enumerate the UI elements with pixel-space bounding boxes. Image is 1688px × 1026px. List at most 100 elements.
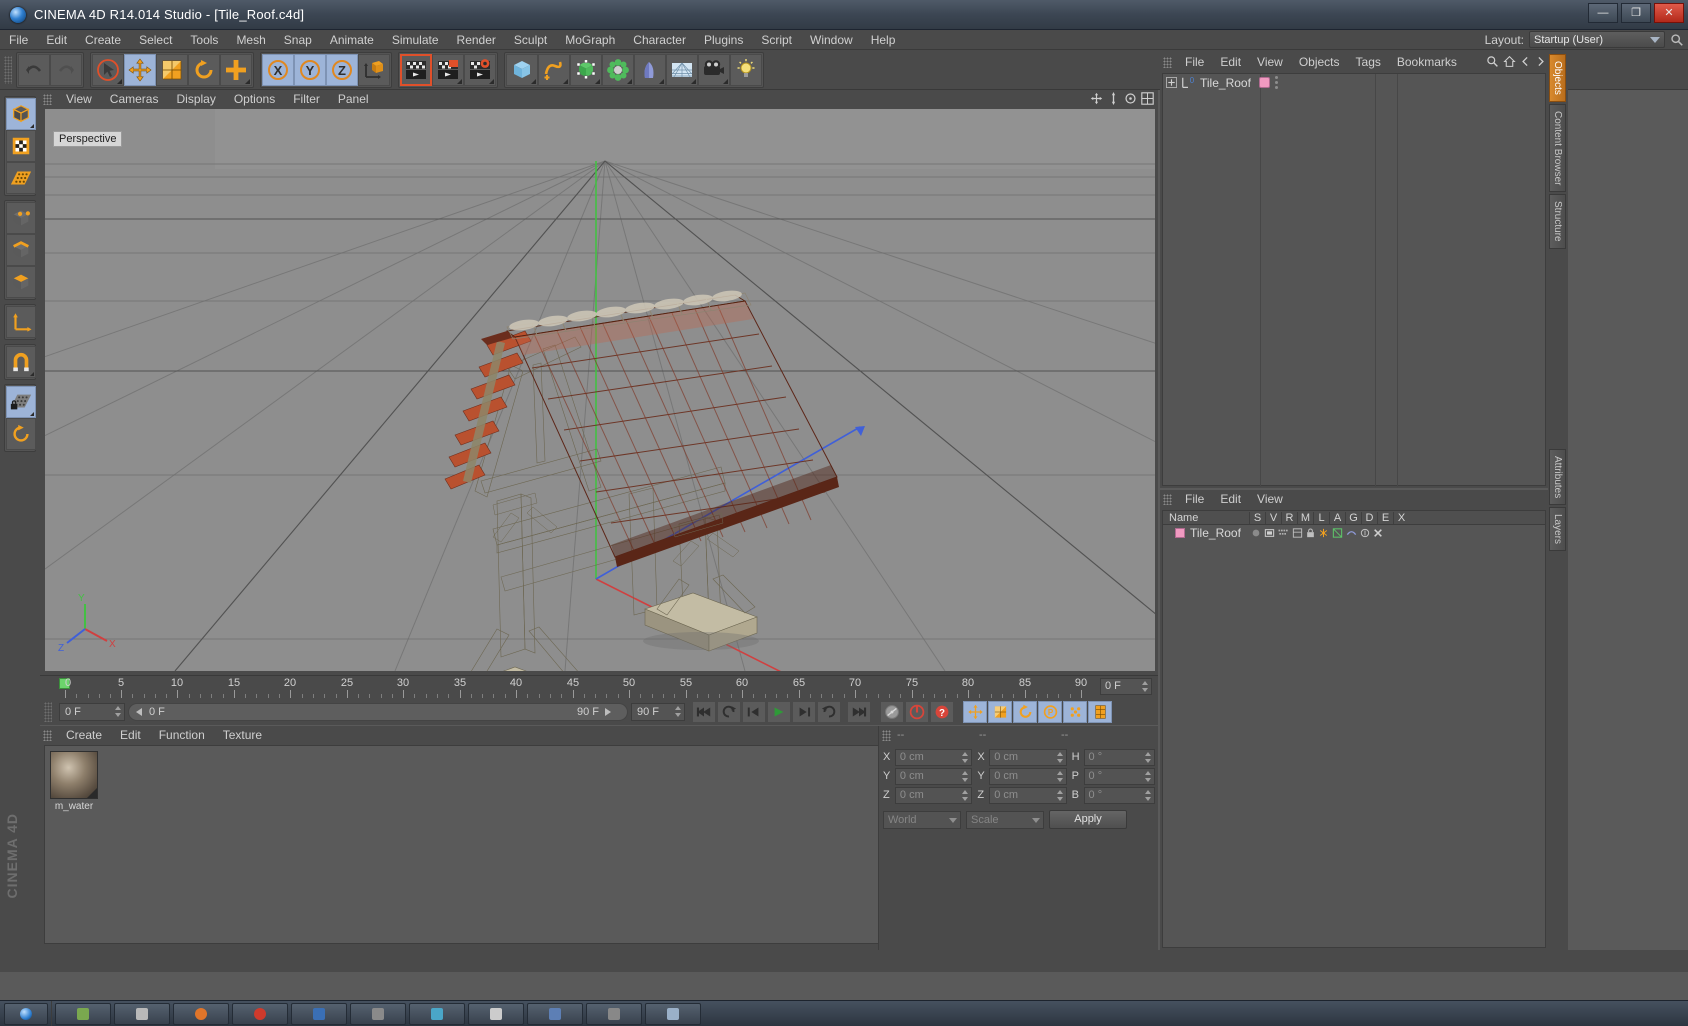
material-menu-edit[interactable]: Edit [111, 726, 150, 744]
rotate-icon[interactable] [188, 53, 220, 86]
layer-col-m[interactable]: M [1297, 511, 1313, 524]
rotation-key-icon[interactable] [1013, 701, 1037, 723]
axis-x-icon[interactable]: X [262, 53, 294, 86]
move-icon[interactable] [124, 53, 156, 86]
layer-manager-grip[interactable] [1163, 493, 1172, 505]
material-menu-function[interactable]: Function [150, 726, 214, 744]
taskbar-item[interactable] [4, 1002, 48, 1025]
menu-simulate[interactable]: Simulate [383, 30, 448, 50]
menu-script[interactable]: Script [752, 30, 801, 50]
taskbar-item[interactable] [527, 1002, 583, 1025]
scale-icon[interactable] [156, 53, 188, 86]
menu-sculpt[interactable]: Sculpt [505, 30, 556, 50]
stepper-icon[interactable] [1144, 789, 1152, 801]
apply-button[interactable]: Apply [1049, 810, 1127, 829]
material-grip[interactable] [43, 729, 52, 741]
render-icon[interactable] [1278, 528, 1289, 538]
material-list[interactable]: m_water [44, 745, 934, 944]
taskbar-item[interactable] [114, 1002, 170, 1025]
pla-key-icon[interactable] [1063, 701, 1087, 723]
om-menu-edit[interactable]: Edit [1212, 52, 1249, 72]
coordinate-system-select[interactable]: World [883, 810, 961, 829]
coordinate-grip[interactable] [882, 729, 891, 741]
axis-z-icon[interactable]: Z [326, 53, 358, 86]
object-row[interactable]: 0 Tile_Roof [1163, 74, 1545, 91]
menu-mograph[interactable]: MoGraph [556, 30, 624, 50]
range-right-handle-icon[interactable] [605, 708, 611, 716]
menu-select[interactable]: Select [130, 30, 181, 50]
coordinate-mode-select[interactable]: Scale [966, 810, 1044, 829]
taskbar-item[interactable] [350, 1002, 406, 1025]
coord-field-pos-z[interactable]: 0 cm [894, 786, 973, 804]
stepper-icon[interactable] [962, 770, 969, 782]
taskbar-item[interactable] [468, 1002, 524, 1025]
camera-icon[interactable] [698, 53, 730, 86]
play-icon[interactable] [767, 701, 791, 723]
axis-modify-icon[interactable] [6, 306, 36, 338]
tab-layers[interactable]: Layers [1549, 507, 1566, 552]
current-frame-field[interactable]: 0 F [59, 703, 125, 721]
material-sphere-preview[interactable] [50, 751, 98, 799]
rotate-view-icon[interactable] [1124, 92, 1137, 105]
generator-nurbs-icon[interactable] [570, 53, 602, 86]
lm-menu-edit[interactable]: Edit [1212, 490, 1249, 508]
search-icon[interactable] [1486, 55, 1499, 68]
coord-field-rot-p[interactable]: 0 ° [1083, 767, 1155, 785]
viewport-menu-panel[interactable]: Panel [329, 90, 378, 108]
layer-col-r[interactable]: R [1281, 511, 1297, 524]
xpresso-icon[interactable] [1373, 528, 1383, 538]
deformer-icon[interactable] [1346, 528, 1357, 538]
coord-field-rot-b[interactable]: 0 ° [1083, 786, 1155, 804]
taskbar-item[interactable] [173, 1002, 229, 1025]
cube-primitive-icon[interactable] [506, 53, 538, 86]
material-menu-create[interactable]: Create [57, 726, 111, 744]
menu-mesh[interactable]: Mesh [227, 30, 274, 50]
om-menu-view[interactable]: View [1249, 52, 1291, 72]
coord-field-size-y[interactable]: 0 cm [989, 767, 1067, 785]
preview-range-bar[interactable]: 0 F 90 F [128, 703, 628, 721]
menu-animate[interactable]: Animate [321, 30, 383, 50]
point-mode-icon[interactable] [6, 202, 36, 234]
maximize-view-icon[interactable] [1141, 92, 1154, 105]
close-button[interactable]: ✕ [1654, 3, 1684, 23]
menu-snap[interactable]: Snap [275, 30, 321, 50]
stepper-icon[interactable] [1056, 751, 1064, 763]
om-menu-file[interactable]: File [1177, 52, 1212, 72]
viewport-menu-view[interactable]: View [57, 90, 101, 108]
keyframe-selection-icon[interactable]: ? [930, 701, 954, 723]
viewport-menu-filter[interactable]: Filter [284, 90, 329, 108]
undo-icon[interactable] [18, 53, 50, 86]
coord-field-pos-x[interactable]: 0 cm [894, 748, 973, 766]
stepper-icon[interactable] [675, 706, 682, 717]
param-key-icon[interactable]: P [1038, 701, 1062, 723]
stepper-icon[interactable] [1056, 789, 1064, 801]
next-icon[interactable] [1535, 55, 1546, 68]
move-view-icon[interactable] [1090, 92, 1103, 105]
object-tree[interactable]: 0 Tile_Roof [1162, 73, 1546, 487]
animation-icon[interactable] [1318, 528, 1329, 538]
material-menu-texture[interactable]: Texture [214, 726, 271, 744]
visible-icon[interactable] [1264, 528, 1275, 538]
coord-field-size-z[interactable]: 0 cm [989, 786, 1067, 804]
minimize-button[interactable]: — [1588, 3, 1618, 23]
go-to-end-icon[interactable] [847, 701, 871, 723]
taskbar-item[interactable] [645, 1002, 701, 1025]
menu-help[interactable]: Help [862, 30, 905, 50]
taskbar-item[interactable] [232, 1002, 288, 1025]
layer-color-swatch[interactable] [1175, 528, 1185, 538]
stepper-icon[interactable] [115, 706, 122, 717]
manager-icon[interactable] [1292, 528, 1303, 538]
play-forward-loop-icon[interactable] [817, 701, 841, 723]
add-cross-icon[interactable] [220, 53, 252, 86]
menu-character[interactable]: Character [624, 30, 695, 50]
keyframe-mode-icon[interactable] [1088, 701, 1112, 723]
menu-file[interactable]: File [0, 30, 37, 50]
viewport-menu-display[interactable]: Display [167, 90, 224, 108]
menu-create[interactable]: Create [76, 30, 130, 50]
stepper-icon[interactable] [962, 789, 969, 801]
step-back-icon[interactable] [742, 701, 766, 723]
layer-color-swatch[interactable] [1258, 77, 1270, 88]
menu-plugins[interactable]: Plugins [695, 30, 752, 50]
generator-icon[interactable] [1332, 528, 1343, 538]
layer-col-a[interactable]: A [1329, 511, 1345, 524]
